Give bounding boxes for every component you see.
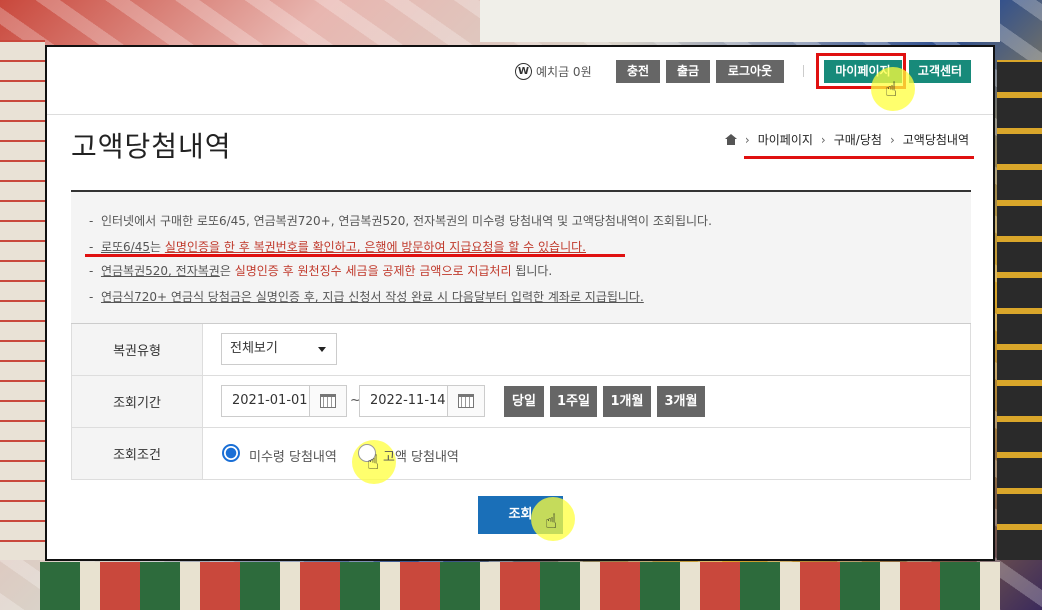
date-from-value: 2021-01-01 [232,393,308,408]
info-particle: 은 [219,264,235,278]
info-lotto-notice: 실명인증을 한 후 복권번호를 확인하고, 은행에 방문하여 지급요청을 할 수… [164,240,586,254]
type-label: 복권유형 [71,324,203,375]
calendar-button[interactable] [447,386,484,416]
page-title: 고액당첨내역 [71,130,232,163]
quick-today-button[interactable]: 당일 [504,386,544,417]
support-button[interactable]: 고객센터 [909,60,971,83]
withdraw-button[interactable]: 출금 [666,60,710,83]
background-card-right [997,60,1042,560]
chevron-right-icon: › [889,132,895,147]
quick-3month-button[interactable]: 3개월 [657,386,705,417]
background-lottery-slip [480,0,1000,42]
background-card-bottom [40,562,1000,610]
breadcrumb-purchase[interactable]: 구매/당첨 [834,131,882,148]
hand-cursor-icon: ☝ [885,77,898,101]
calendar-icon [320,394,336,408]
top-bar: W 예치금 0원 충전 출금 로그아웃 마이페이지 고객센터 ☝ [47,47,993,115]
calendar-icon [458,394,474,408]
info-text-1: 인터넷에서 구매한 로또6/45, 연금복권720+, 연금복권520, 전자복… [100,214,712,228]
form-row-condition: 조회조건 미수령 당첨내역 고액 당첨내역 ☝ [71,428,971,484]
form-row-period: 조회기간 2021-01-01 ~ 2022-11-14 당일 1주일 1개월 … [71,376,971,428]
date-to-field[interactable]: 2022-11-14 [359,385,485,417]
info-line-3: - 연금복권520, 전자복권은 실명인증 후 원천징수 세금을 공제한 금액으… [89,264,553,278]
info-line-4: - 연금식720+ 연금식 당첨금은 실명인증 후, 지급 신청서 작성 완료 … [89,290,644,304]
row-border [970,376,971,427]
hand-cursor-icon: ☝ [367,450,380,474]
deposit-text: 예치금 0원 [536,65,592,79]
info-suffix: 됩니다. [511,264,553,278]
info-lotto-name: 로또6/45 [100,240,150,254]
quick-1week-button[interactable]: 1주일 [550,386,597,417]
radio-high-prize-label[interactable]: 고액 당첨내역 [383,446,459,465]
breadcrumb-mypage[interactable]: 마이페이지 [758,131,813,148]
breadcrumb: › 마이페이지 › 구매/당첨 › 고액당첨내역 [724,131,969,148]
quick-1month-button[interactable]: 1개월 [603,386,651,417]
charge-button[interactable]: 충전 [616,60,660,83]
info-text-4: 연금식720+ 연금식 당첨금은 실명인증 후, 지급 신청서 작성 완료 시 … [100,290,644,304]
date-to-value: 2022-11-14 [370,393,446,408]
info-line-2: - 로또6/45는 실명인증을 한 후 복권번호를 확인하고, 은행에 방문하여… [89,240,586,254]
row-border [970,324,971,375]
info-pension-name: 연금복권520, 전자복권 [100,264,220,278]
search-form: 복권유형 전체보기 조회기간 2021-01-01 ~ 2022-11-14 당… [71,323,971,484]
row-border [970,428,971,479]
form-row-type: 복권유형 전체보기 [71,324,971,376]
condition-label: 조회조건 [71,428,203,479]
info-particle: 는 [150,240,165,254]
calendar-button[interactable] [309,386,346,416]
info-pension-notice: 실명인증 후 원천징수 세금을 공제한 금액으로 지급처리 [234,264,512,278]
period-label: 조회기간 [71,376,203,427]
background-card-left [0,40,45,560]
radio-unclaimed-label[interactable]: 미수령 당첨내역 [249,446,337,465]
lottery-type-select[interactable]: 전체보기 [221,333,337,365]
browser-window: W 예치금 0원 충전 출금 로그아웃 마이페이지 고객센터 ☝ 고액당첨내역 … [45,45,995,561]
topbar-divider [803,65,804,77]
select-value: 전체보기 [230,341,278,356]
caret-down-icon [318,347,326,352]
breadcrumb-annotation-underline [744,156,974,159]
lotto-annotation-underline [85,254,625,257]
hand-cursor-icon: ☝ [545,509,558,533]
info-line-1: - 인터넷에서 구매한 로또6/45, 연금복권720+, 연금복권520, 전… [89,214,712,228]
won-icon: W [515,63,532,80]
chevron-right-icon: › [820,132,826,147]
home-icon[interactable] [724,134,737,145]
breadcrumb-current[interactable]: 고액당첨내역 [903,131,969,148]
radio-unclaimed[interactable] [222,444,240,462]
date-from-field[interactable]: 2021-01-01 [221,385,347,417]
logout-button[interactable]: 로그아웃 [716,60,784,83]
chevron-right-icon: › [744,132,750,147]
deposit-balance: W 예치금 0원 [515,63,592,80]
